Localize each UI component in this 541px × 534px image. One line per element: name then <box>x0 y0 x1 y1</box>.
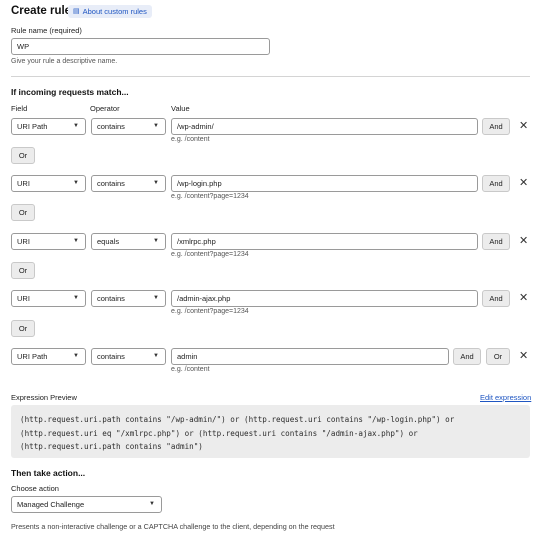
match-heading: If incoming requests match... <box>11 87 129 97</box>
about-custom-rules-link[interactable]: ▤ About custom rules <box>68 5 152 18</box>
operator-select-value: equals <box>97 237 120 246</box>
or-button[interactable]: Or <box>11 262 35 279</box>
rule-name-label: Rule name (required) <box>11 26 82 35</box>
chevron-down-icon: ▼ <box>149 501 155 507</box>
value-input[interactable]: /admin-ajax.php <box>171 290 478 307</box>
operator-column-header: Operator <box>90 104 120 113</box>
field-select-value: URI Path <box>17 352 48 361</box>
section-divider <box>11 76 530 77</box>
and-button[interactable]: And <box>482 175 510 192</box>
operator-select-value: contains <box>97 122 125 131</box>
or-button[interactable]: Or <box>11 320 35 337</box>
page-title: Create rule <box>11 5 72 17</box>
and-button[interactable]: And <box>453 348 481 365</box>
field-column-header: Field <box>11 104 28 113</box>
operator-select-value: contains <box>97 179 125 188</box>
close-icon[interactable]: ✕ <box>519 351 528 362</box>
value-hint: e.g. /content <box>171 366 210 373</box>
field-select[interactable]: URI ▼ <box>11 290 86 307</box>
chevron-down-icon: ▼ <box>153 353 159 359</box>
field-select[interactable]: URI ▼ <box>11 233 86 250</box>
value-input[interactable]: /xmlrpc.php <box>171 233 478 250</box>
expression-preview-label: Expression Preview <box>11 393 77 402</box>
value-hint: e.g. /content?page=1234 <box>171 193 249 200</box>
value-hint: e.g. /content?page=1234 <box>171 308 249 315</box>
field-select-value: URI <box>17 179 30 188</box>
or-button[interactable]: Or <box>11 147 35 164</box>
operator-select-value: contains <box>97 352 125 361</box>
close-icon[interactable]: ✕ <box>519 293 528 304</box>
and-button[interactable]: And <box>482 290 510 307</box>
rule-name-input[interactable]: WP <box>11 38 270 55</box>
choose-action-label: Choose action <box>11 484 59 493</box>
chevron-down-icon: ▼ <box>73 238 79 244</box>
value-input[interactable]: /wp-login.php <box>171 175 478 192</box>
value-input[interactable]: admin <box>171 348 449 365</box>
operator-select[interactable]: contains ▼ <box>91 175 166 192</box>
close-icon[interactable]: ✕ <box>519 236 528 247</box>
chevron-down-icon: ▼ <box>73 123 79 129</box>
close-icon[interactable]: ✕ <box>519 178 528 189</box>
and-button[interactable]: And <box>482 118 510 135</box>
field-select-value: URI <box>17 294 30 303</box>
field-select-value: URI Path <box>17 122 48 131</box>
rule-name-hint: Give your rule a descriptive name. <box>11 58 118 65</box>
or-button[interactable]: Or <box>486 348 510 365</box>
action-heading: Then take action... <box>11 468 86 478</box>
value-hint: e.g. /content?page=1234 <box>171 251 249 258</box>
action-select[interactable]: Managed Challenge ▼ <box>11 496 162 513</box>
value-input[interactable]: /wp-admin/ <box>171 118 478 135</box>
about-link-label: About custom rules <box>82 7 147 16</box>
value-column-header: Value <box>171 104 190 113</box>
operator-select[interactable]: contains ▼ <box>91 348 166 365</box>
operator-select[interactable]: contains ▼ <box>91 290 166 307</box>
operator-select[interactable]: equals ▼ <box>91 233 166 250</box>
expression-preview: (http.request.uri.path contains "/wp-adm… <box>11 405 530 458</box>
close-icon[interactable]: ✕ <box>519 121 528 132</box>
action-select-value: Managed Challenge <box>17 500 85 509</box>
chevron-down-icon: ▼ <box>73 180 79 186</box>
value-hint: e.g. /content <box>171 136 210 143</box>
field-select-value: URI <box>17 237 30 246</box>
operator-select-value: contains <box>97 294 125 303</box>
field-select[interactable]: URI Path ▼ <box>11 118 86 135</box>
field-select[interactable]: URI ▼ <box>11 175 86 192</box>
chevron-down-icon: ▼ <box>153 180 159 186</box>
chevron-down-icon: ▼ <box>73 353 79 359</box>
chevron-down-icon: ▼ <box>73 295 79 301</box>
chevron-down-icon: ▼ <box>153 295 159 301</box>
chevron-down-icon: ▼ <box>153 238 159 244</box>
operator-select[interactable]: contains ▼ <box>91 118 166 135</box>
edit-expression-link[interactable]: Edit expression <box>480 393 531 402</box>
or-button[interactable]: Or <box>11 204 35 221</box>
chevron-down-icon: ▼ <box>153 123 159 129</box>
action-description: Presents a non-interactive challenge or … <box>11 522 335 531</box>
and-button[interactable]: And <box>482 233 510 250</box>
field-select[interactable]: URI Path ▼ <box>11 348 86 365</box>
book-icon: ▤ <box>73 8 80 15</box>
